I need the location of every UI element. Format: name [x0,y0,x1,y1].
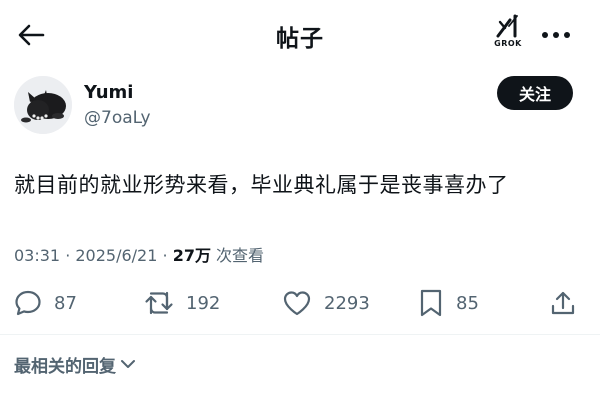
repost-icon [145,291,173,315]
repost-count: 192 [186,292,221,314]
post-meta: 03:31 · 2025/6/21 · 27万 次查看 [14,242,264,266]
replies-sort-label: 最相关的回复 [14,356,116,377]
avatar[interactable] [14,76,72,134]
views-label: 次查看 [210,246,265,265]
meta-separator: · [157,246,173,265]
more-dots-icon [542,32,570,38]
reply-button[interactable]: 87 [14,286,77,320]
grok-button[interactable]: GROK [488,14,528,58]
post-date[interactable]: 2025/6/21 [75,246,157,265]
author-handle[interactable]: @7oaLy [84,108,151,128]
bookmark-button[interactable]: 85 [418,286,479,320]
top-bar: 帖子 GROK [0,0,600,70]
repost-button[interactable]: 192 [144,286,220,320]
follow-button[interactable]: 关注 [497,76,573,110]
cat-avatar-image [14,76,72,134]
views-count: 27万 [172,246,211,265]
like-count: 2293 [324,292,370,314]
replies-sort-dropdown[interactable]: 最相关的回复 [14,350,136,378]
divider [0,334,600,335]
action-bar: 87 192 2293 85 [0,282,600,324]
chevron-down-icon [121,360,135,368]
like-button[interactable]: 2293 [282,286,370,320]
bookmark-count: 85 [456,292,479,314]
post-time[interactable]: 03:31 [14,246,60,265]
share-icon [551,291,575,315]
meta-separator: · [60,246,76,265]
post-text: 就目前的就业形势来看，毕业典礼属于是丧事喜办了 [14,173,509,197]
author-display-name[interactable]: Yumi [84,82,133,103]
heart-icon [283,291,311,316]
share-button[interactable] [549,286,577,320]
reply-count: 87 [54,292,77,314]
bookmark-icon [420,289,442,317]
grok-logo-icon [496,14,518,38]
reply-bubble-icon [15,290,41,316]
more-options-button[interactable] [538,22,574,48]
grok-label: GROK [494,39,522,48]
